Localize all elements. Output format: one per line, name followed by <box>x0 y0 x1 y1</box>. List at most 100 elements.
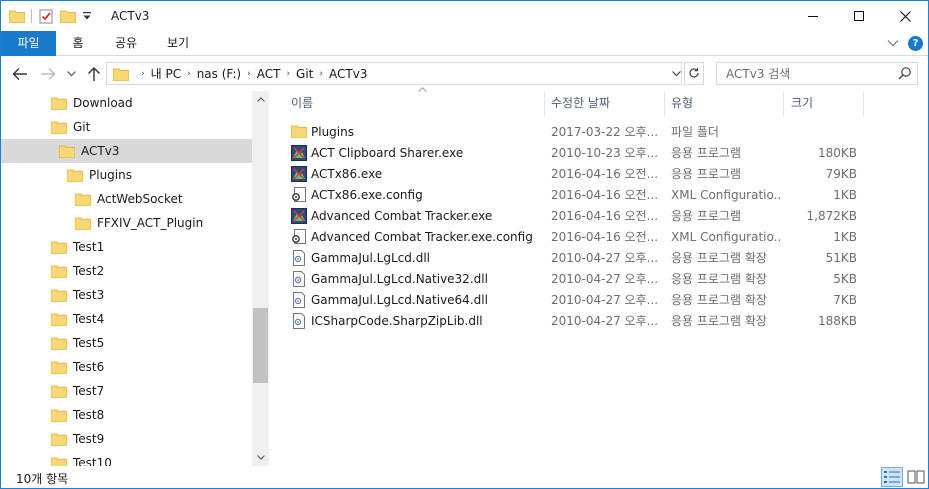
breadcrumb-separator-icon[interactable]: › <box>187 69 191 79</box>
file-row[interactable]: GammaJul.LgLcd.Native64.dll 2010-04-27 오후… <box>283 290 863 311</box>
address-toolbar: › 내 PC › nas (F:) › ACT › Git › ACTv3 <box>1 57 928 91</box>
file-row[interactable]: ACTx86.exe 2016-04-16 오전... 응용 프로그램 79KB <box>283 164 863 185</box>
window-title: ACTv3 <box>111 9 150 23</box>
folder-icon <box>67 168 83 182</box>
maximize-button[interactable] <box>836 1 882 31</box>
expand-ribbon-icon[interactable] <box>885 35 901 51</box>
file-date: 2010-10-23 오후... <box>551 146 659 160</box>
breadcrumb-nas[interactable]: nas (F:) <box>197 67 241 81</box>
forward-button[interactable] <box>37 64 59 84</box>
chevron-down-icon <box>671 71 681 77</box>
folder-icon <box>9 9 25 23</box>
tree-item[interactable]: Test2 <box>1 259 252 283</box>
tree-item[interactable]: ActWebSocket <box>1 187 252 211</box>
tree-item[interactable]: Plugins <box>1 163 252 187</box>
dll-icon <box>291 250 307 266</box>
address-history-button[interactable] <box>668 63 684 84</box>
tree-item[interactable]: Test10 <box>1 451 252 466</box>
file-size: 188KB <box>817 314 857 328</box>
search-input[interactable] <box>717 63 897 84</box>
column-header-type[interactable]: 유형 <box>671 91 781 116</box>
file-row[interactable]: ACTx86.exe.config 2016-04-16 오전... XML Con… <box>283 185 863 206</box>
folder-icon <box>75 216 91 230</box>
file-type: 응용 프로그램 확장 <box>671 314 767 328</box>
tab-share[interactable]: 공유 <box>100 31 152 56</box>
tree-item[interactable]: Test6 <box>1 355 252 379</box>
file-size: 180KB <box>817 146 857 160</box>
column-divider[interactable] <box>544 91 545 116</box>
file-row[interactable]: Advanced Combat Tracker.exe.config 2016-0… <box>283 227 863 248</box>
tree-item[interactable]: Test7 <box>1 379 252 403</box>
folder-icon <box>51 384 67 398</box>
dll-icon <box>291 313 307 329</box>
tree-item[interactable]: Git <box>1 115 252 139</box>
details-view-icon <box>884 471 900 483</box>
column-divider[interactable] <box>783 91 784 116</box>
file-row[interactable]: ACT Clipboard Sharer.exe 2010-10-23 오후...… <box>283 143 863 164</box>
scroll-down-icon[interactable] <box>252 449 269 466</box>
search-icon[interactable] <box>898 66 912 80</box>
file-row[interactable]: Advanced Combat Tracker.exe 2016-04-16 오전… <box>283 206 863 227</box>
recent-locations-button[interactable] <box>63 64 79 84</box>
large-icons-view-button[interactable] <box>905 467 927 487</box>
breadcrumb-separator-icon[interactable]: › <box>286 69 290 79</box>
file-row[interactable]: Plugins 2017-03-22 오후... 파일 폴더 <box>283 122 863 143</box>
tree-item[interactable]: FFXIV_ACT_Plugin <box>1 211 252 235</box>
file-row[interactable]: GammaJul.LgLcd.dll 2010-04-27 오후... 응용 프로그… <box>283 248 863 269</box>
breadcrumb-separator-icon[interactable]: › <box>319 69 323 79</box>
file-type: XML Configuratio... <box>671 188 781 202</box>
folder-icon <box>291 124 307 140</box>
back-button[interactable] <box>9 64 31 84</box>
file-date: 2010-04-27 오후... <box>551 314 659 328</box>
column-header-size[interactable]: 크기 <box>791 91 861 116</box>
file-row[interactable]: GammaJul.LgLcd.Native32.dll 2010-04-27 오후… <box>283 269 863 290</box>
minimize-button[interactable] <box>790 1 836 31</box>
tab-home[interactable]: 홈 <box>56 31 100 56</box>
column-divider[interactable] <box>664 91 665 116</box>
file-date: 2010-04-27 오후... <box>551 251 659 265</box>
breadcrumb-act[interactable]: ACT <box>257 67 281 81</box>
search-box[interactable] <box>716 62 918 85</box>
tree-item[interactable]: Test3 <box>1 283 252 307</box>
tree-item-label: Test5 <box>73 336 105 350</box>
tree-item[interactable]: Test1 <box>1 235 252 259</box>
tree-item[interactable]: Download <box>1 91 252 115</box>
tree-item[interactable]: Test8 <box>1 403 252 427</box>
folder-icon <box>59 144 75 158</box>
tab-view[interactable]: 보기 <box>152 31 204 56</box>
scroll-thumb[interactable] <box>253 308 268 383</box>
file-row[interactable]: ICSharpCode.SharpZipLib.dll 2010-04-27 오후… <box>283 311 863 332</box>
breadcrumb-separator-icon[interactable]: › <box>141 69 145 79</box>
column-header-date[interactable]: 수정한 날짜 <box>551 91 663 116</box>
file-size: 79KB <box>825 167 857 181</box>
tab-file[interactable]: 파일 <box>1 31 56 56</box>
address-bar[interactable]: › 내 PC › nas (F:) › ACT › Git › ACTv3 <box>106 62 682 85</box>
column-header-name[interactable]: 이름 <box>291 87 541 116</box>
tree-item[interactable]: ACTv3 <box>1 139 252 163</box>
app-icon <box>291 208 307 224</box>
breadcrumb-git[interactable]: Git <box>296 67 313 81</box>
tree-item-label: Test2 <box>73 264 105 278</box>
column-name-label: 이름 <box>291 96 314 110</box>
properties-icon[interactable] <box>38 8 54 24</box>
close-button[interactable] <box>882 1 928 31</box>
new-folder-icon[interactable] <box>60 9 76 23</box>
breadcrumb-actv3[interactable]: ACTv3 <box>329 67 367 81</box>
customize-toolbar-icon[interactable] <box>82 11 92 21</box>
help-icon[interactable]: ? <box>908 36 923 51</box>
nav-pane-scrollbar[interactable] <box>252 91 269 466</box>
up-button[interactable] <box>83 64 105 84</box>
file-name: Plugins <box>311 125 354 139</box>
breadcrumb-this-pc[interactable]: 내 PC <box>151 65 181 82</box>
tree-item[interactable]: Test9 <box>1 427 252 451</box>
scroll-up-icon[interactable] <box>252 91 269 108</box>
folder-icon <box>51 264 67 278</box>
details-view-button[interactable] <box>881 467 903 487</box>
folder-icon <box>75 192 91 206</box>
refresh-button[interactable] <box>684 62 704 85</box>
tree-item[interactable]: Test4 <box>1 307 252 331</box>
breadcrumb-separator-icon[interactable]: › <box>247 69 251 79</box>
file-name: ACTx86.exe <box>311 167 383 181</box>
tree-item[interactable]: Test5 <box>1 331 252 355</box>
column-divider[interactable] <box>863 91 864 116</box>
